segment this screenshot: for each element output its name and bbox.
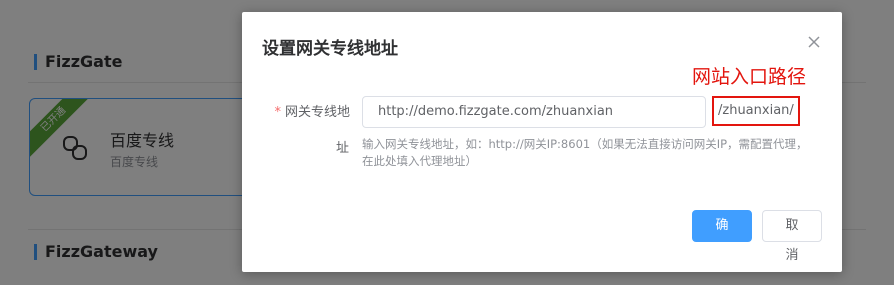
cancel-button[interactable]: 取 消 [762,210,822,263]
field-label-text: 网关专线地 [284,105,350,120]
confirm-button[interactable]: 确 定 [692,210,752,263]
field-label: * 网关专线地 [268,103,350,123]
annotation-text: 网站入口路径 [692,66,807,88]
gateway-address-input[interactable]: http://demo.fizzgate.com/zhuanxian [362,96,706,128]
gateway-address-dialog: 设置网关专线地址 网站入口路径 * 网关专线地 址 http://demo.fiz… [242,12,842,272]
path-suffix-highlight: /zhuanxian/ [712,96,800,126]
field-hint: 输入网关专线地址，如：http://网关IP:8601（如果无法直接访问网关IP… [362,137,808,168]
required-mark: * [274,105,281,120]
close-icon[interactable] [806,34,822,50]
dialog-title: 设置网关专线地址 [262,39,398,59]
field-label-continued: 址 [336,141,350,156]
